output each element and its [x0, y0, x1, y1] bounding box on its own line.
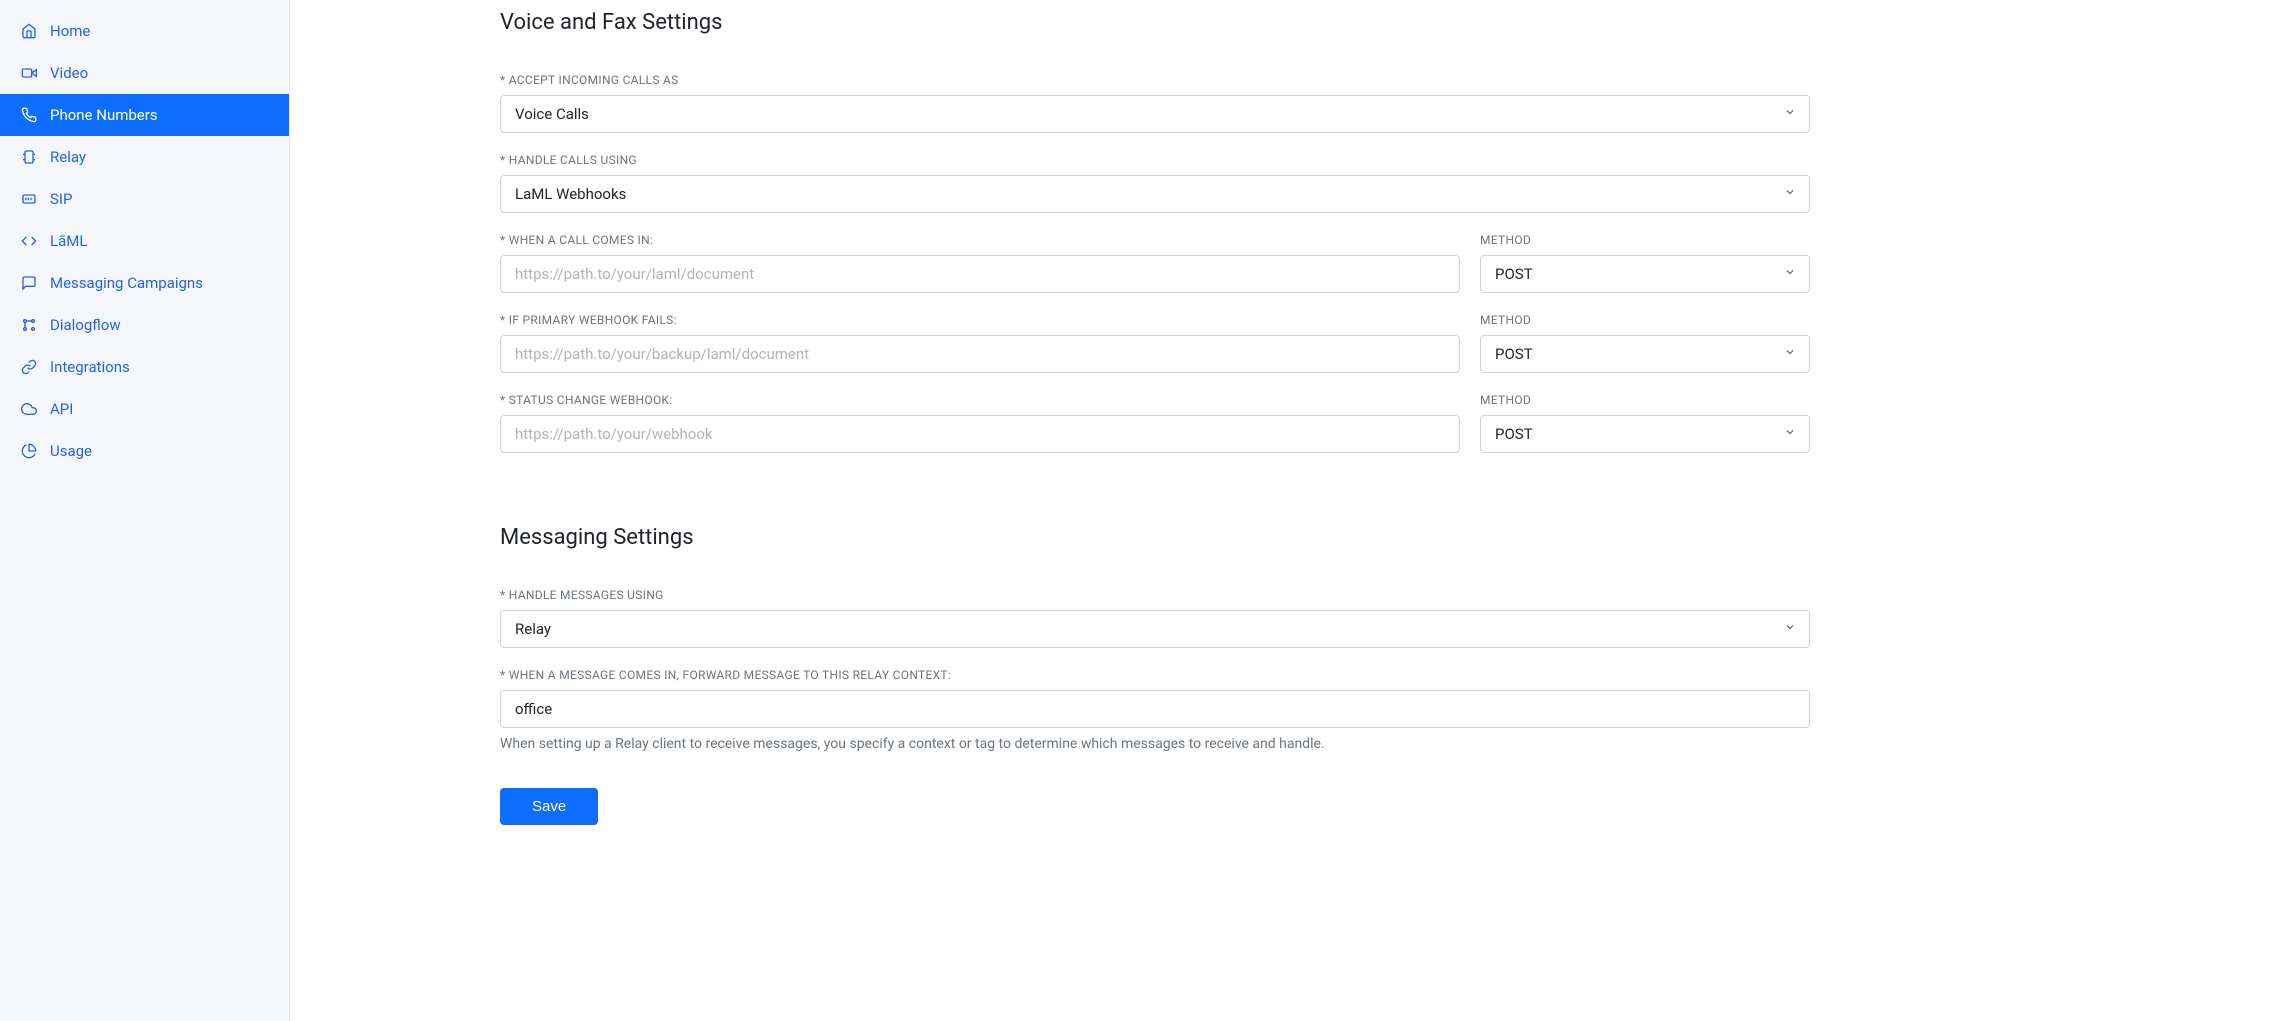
sidebar-item-label: API	[50, 400, 73, 418]
voice-section-title: Voice and Fax Settings	[500, 10, 1810, 35]
sidebar-item-video[interactable]: Video	[0, 52, 289, 94]
relay-context-input[interactable]	[500, 690, 1810, 728]
home-icon	[20, 22, 38, 40]
sidebar-item-label: SIP	[50, 190, 72, 208]
sidebar-item-home[interactable]: Home	[0, 10, 289, 52]
sidebar-item-label: Home	[50, 22, 90, 40]
call-in-row: * WHEN A CALL COMES IN: METHOD POST	[500, 233, 1810, 313]
method-label: METHOD	[1480, 233, 1810, 247]
video-icon	[20, 64, 38, 82]
status-method-select[interactable]: POST	[1480, 415, 1810, 453]
status-row: * STATUS CHANGE WEBHOOK: METHOD POST	[500, 393, 1810, 473]
sidebar-item-phone-numbers[interactable]: Phone Numbers	[0, 94, 289, 136]
status-label: * STATUS CHANGE WEBHOOK:	[500, 393, 1460, 407]
relay-context-help: When setting up a Relay client to receiv…	[500, 736, 1810, 752]
sidebar-item-api[interactable]: API	[0, 388, 289, 430]
handle-messages-label: * HANDLE MESSAGES USING	[500, 588, 1810, 602]
chart-icon	[20, 442, 38, 460]
backup-label: * IF PRIMARY WEBHOOK FAILS:	[500, 313, 1460, 327]
backup-input[interactable]	[500, 335, 1460, 373]
phone-icon	[20, 106, 38, 124]
sidebar-item-label: Phone Numbers	[50, 106, 158, 124]
accept-calls-label: * ACCEPT INCOMING CALLS AS	[500, 73, 1810, 87]
sidebar-item-usage[interactable]: Usage	[0, 430, 289, 472]
method-label: METHOD	[1480, 393, 1810, 407]
accept-calls-group: * ACCEPT INCOMING CALLS AS Voice Calls	[500, 73, 1810, 133]
code-icon	[20, 232, 38, 250]
sidebar-item-label: Dialogflow	[50, 316, 121, 334]
sidebar-item-integrations[interactable]: Integrations	[0, 346, 289, 388]
sidebar-item-label: Relay	[50, 148, 86, 166]
relay-context-group: * WHEN A MESSAGE COMES IN, FORWARD MESSA…	[500, 668, 1810, 752]
sidebar-item-relay[interactable]: Relay	[0, 136, 289, 178]
cloud-icon	[20, 400, 38, 418]
sidebar-item-label: Video	[50, 64, 88, 82]
handle-messages-select[interactable]: Relay	[500, 610, 1810, 648]
method-label: METHOD	[1480, 313, 1810, 327]
sidebar-item-messaging-campaigns[interactable]: Messaging Campaigns	[0, 262, 289, 304]
sidebar: Home Video Phone Numbers Relay SIP	[0, 0, 290, 1021]
sidebar-item-label: Messaging Campaigns	[50, 274, 203, 292]
backup-method-select[interactable]: POST	[1480, 335, 1810, 373]
sip-icon	[20, 190, 38, 208]
accept-calls-select[interactable]: Voice Calls	[500, 95, 1810, 133]
status-input[interactable]	[500, 415, 1460, 453]
call-in-label: * WHEN A CALL COMES IN:	[500, 233, 1460, 247]
sidebar-item-label: LāML	[50, 232, 87, 250]
call-in-input[interactable]	[500, 255, 1460, 293]
relay-context-label: * WHEN A MESSAGE COMES IN, FORWARD MESSA…	[500, 668, 1810, 682]
sidebar-item-label: Usage	[50, 442, 92, 460]
backup-row: * IF PRIMARY WEBHOOK FAILS: METHOD POST	[500, 313, 1810, 393]
call-in-method-select[interactable]: POST	[1480, 255, 1810, 293]
sidebar-item-laml[interactable]: LāML	[0, 220, 289, 262]
save-button[interactable]: Save	[500, 788, 598, 825]
handle-calls-select[interactable]: LaML Webhooks	[500, 175, 1810, 213]
messaging-section-title: Messaging Settings	[500, 525, 1810, 550]
handle-calls-label: * HANDLE CALLS USING	[500, 153, 1810, 167]
flow-icon	[20, 316, 38, 334]
handle-messages-group: * HANDLE MESSAGES USING Relay	[500, 588, 1810, 648]
sidebar-item-dialogflow[interactable]: Dialogflow	[0, 304, 289, 346]
sidebar-item-label: Integrations	[50, 358, 130, 376]
relay-icon	[20, 148, 38, 166]
sidebar-item-sip[interactable]: SIP	[0, 178, 289, 220]
link-icon	[20, 358, 38, 376]
main-content: Voice and Fax Settings * ACCEPT INCOMING…	[290, 0, 1850, 1021]
handle-calls-group: * HANDLE CALLS USING LaML Webhooks	[500, 153, 1810, 213]
message-icon	[20, 274, 38, 292]
